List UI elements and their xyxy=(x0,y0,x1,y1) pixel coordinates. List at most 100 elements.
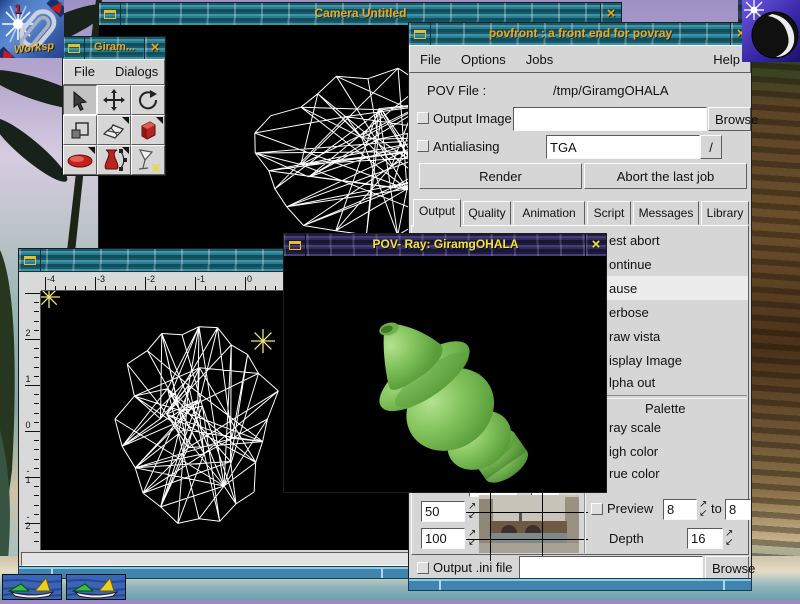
workspace-clip[interactable]: 1 Worksp xyxy=(0,0,64,58)
boat-icon xyxy=(3,575,61,599)
boat-icon xyxy=(67,575,125,599)
tab-script[interactable]: Script xyxy=(587,201,631,225)
move-tool-button[interactable] xyxy=(97,85,131,115)
render-button[interactable]: Render xyxy=(419,163,582,189)
tab-library[interactable]: Library xyxy=(701,201,749,225)
output-image-browse-button[interactable]: Browse xyxy=(708,107,751,131)
output-ini-input[interactable] xyxy=(519,556,703,580)
format-combo-button[interactable]: / xyxy=(700,135,722,159)
xy-status-bar xyxy=(21,552,413,566)
dock-icon-art xyxy=(742,0,800,62)
preview-to-label: to xyxy=(711,501,722,516)
scale-tool-button[interactable] xyxy=(63,115,97,145)
ruler-tick xyxy=(34,486,39,487)
povray-window-title: POV- Ray: GiramgOHALA xyxy=(306,234,585,256)
povray-titlebar[interactable]: POV- Ray: GiramgOHALA × xyxy=(284,234,606,257)
palette-label: Palette xyxy=(645,401,685,416)
v-ruler-label: 2 xyxy=(23,329,33,338)
option-high-color[interactable]: igh color xyxy=(609,444,658,459)
toolbox-menubar: File Dialogs xyxy=(63,59,165,85)
option-true-color[interactable]: rue color xyxy=(609,466,660,481)
toolbox-window-menu-button[interactable] xyxy=(63,37,85,59)
v-ruler-label: 3 xyxy=(23,291,33,292)
disc-tool-button[interactable] xyxy=(63,145,97,175)
menu-file[interactable]: File xyxy=(410,48,451,71)
option-test-abort[interactable]: est abort xyxy=(609,233,660,248)
output-ini-checkbox[interactable] xyxy=(417,562,429,574)
h-ruler-label: -3 xyxy=(97,275,105,284)
v-ruler-label: 0 xyxy=(23,421,33,430)
option-continue[interactable]: ontinue xyxy=(609,257,652,272)
camera-window-menu-button[interactable] xyxy=(99,3,121,25)
tab-output[interactable]: Output xyxy=(413,199,461,227)
preview-checkbox[interactable] xyxy=(591,503,603,515)
ruler-tick xyxy=(34,541,39,542)
ruler-tick xyxy=(34,311,39,312)
tool-group-marker xyxy=(122,147,129,154)
plane-tool-button[interactable] xyxy=(97,115,131,145)
pov-file-label: POV File : xyxy=(427,83,486,98)
crop-line-v[interactable] xyxy=(542,487,543,561)
output-ini-browse-button[interactable]: Browse xyxy=(705,556,749,580)
gnustep-dock-icon[interactable] xyxy=(742,0,800,62)
light-source-icon xyxy=(135,147,161,173)
giram-toolbox-window: Giram... × File Dialogs xyxy=(62,36,166,176)
povray-window-menu-button[interactable] xyxy=(284,234,306,256)
option-pause[interactable]: ause xyxy=(609,281,637,296)
povfront-window-title: povfront : a front end for povray xyxy=(431,23,730,45)
scale-icon xyxy=(69,119,91,141)
option-gray-scale[interactable]: ray scale xyxy=(609,420,661,435)
workspace-number: 1 xyxy=(14,1,21,16)
format-input[interactable] xyxy=(546,135,700,159)
povray-close-button[interactable]: × xyxy=(585,234,606,256)
preview-label: Preview xyxy=(607,501,653,516)
boat-miniwindow-icon[interactable] xyxy=(2,574,62,600)
output-image-input[interactable] xyxy=(513,107,707,131)
vertical-ruler[interactable]: 3210-1-2 xyxy=(20,291,41,550)
window-menu-icon xyxy=(289,241,301,250)
crop-line-v[interactable] xyxy=(490,487,491,561)
menu-jobs[interactable]: Jobs xyxy=(516,48,563,71)
tab-quality[interactable]: Quality xyxy=(463,201,511,225)
option-display-image[interactable]: isplay Image xyxy=(609,353,682,368)
box-tool-button[interactable] xyxy=(131,115,165,145)
tool-group-marker xyxy=(122,117,129,124)
toolbox-close-button[interactable]: × xyxy=(144,37,165,59)
option-draw-vista[interactable]: raw vista xyxy=(609,329,660,344)
tab-messages[interactable]: Messages xyxy=(633,201,699,225)
toolbox-menu-dialogs[interactable]: Dialogs xyxy=(105,60,168,84)
preview-thumbnail[interactable] xyxy=(479,495,579,553)
xy-window-menu-button[interactable] xyxy=(19,249,41,271)
pointer-tool-button[interactable] xyxy=(63,85,97,115)
ruler-tick xyxy=(34,321,39,322)
ruler-tick xyxy=(34,449,39,450)
rotate-tool-button[interactable] xyxy=(131,85,165,115)
output-image-checkbox[interactable] xyxy=(417,112,429,124)
toolbox-titlebar[interactable]: Giram... × xyxy=(63,37,165,60)
depth-input[interactable] xyxy=(687,528,723,549)
boat-miniwindow-icon[interactable] xyxy=(66,574,126,600)
crop-line-h[interactable] xyxy=(466,539,588,540)
abort-button[interactable]: Abort the last job xyxy=(584,163,747,189)
crop-line-h[interactable] xyxy=(466,512,588,513)
povfront-titlebar[interactable]: povfront : a front end for povray × xyxy=(409,23,751,46)
height-input[interactable] xyxy=(421,528,465,549)
preview-to-input[interactable] xyxy=(725,499,751,520)
light-tool-button[interactable] xyxy=(131,145,165,175)
povfront-window-menu-button[interactable] xyxy=(409,23,431,45)
ruler-corner xyxy=(20,273,41,291)
option-alpha-out[interactable]: lpha out xyxy=(609,375,655,390)
resize-notch xyxy=(381,568,383,578)
tab-animation[interactable]: Animation xyxy=(513,201,585,225)
lathe-tool-button[interactable] xyxy=(97,145,131,175)
menu-options[interactable]: Options xyxy=(451,48,516,71)
output-image-label: Output Image xyxy=(433,111,512,126)
width-input[interactable] xyxy=(421,501,465,522)
option-verbose[interactable]: erbose xyxy=(609,305,649,320)
depth-spinner[interactable]: ↗↙ xyxy=(725,529,739,547)
toolbox-menu-file[interactable]: File xyxy=(64,60,105,84)
preview-from-input[interactable] xyxy=(663,499,697,520)
v-ruler-label: 1 xyxy=(23,375,33,384)
povfront-resize-bar[interactable] xyxy=(408,578,752,591)
antialiasing-checkbox[interactable] xyxy=(417,140,429,152)
